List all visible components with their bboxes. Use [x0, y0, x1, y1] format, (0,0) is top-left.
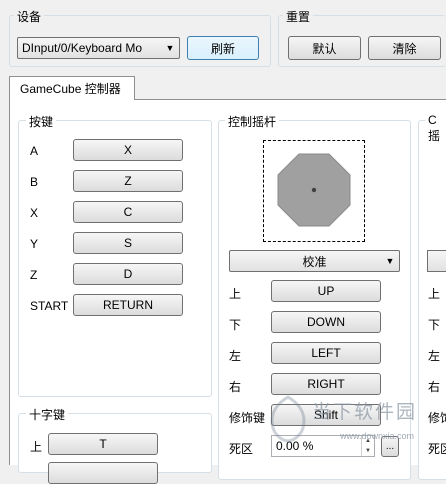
default-button[interactable]: 默认 [288, 36, 361, 60]
chevron-down-icon: ▼ [385, 256, 395, 266]
c-stick-modifier-label: 修饰 [428, 411, 446, 425]
stick-preview [263, 140, 365, 242]
button-start-label: START [30, 299, 69, 313]
button-x-binding[interactable]: C [73, 201, 183, 223]
spin-down-icon[interactable]: ▼ [362, 446, 374, 456]
chevron-down-icon: ▼ [165, 43, 175, 53]
dpad-down-binding[interactable] [48, 462, 158, 484]
tab-gamecube-controller[interactable]: GameCube 控制器 [9, 76, 135, 100]
clear-button[interactable]: 清除 [368, 36, 441, 60]
button-z-binding[interactable]: D [73, 263, 183, 285]
button-b-binding[interactable]: Z [73, 170, 183, 192]
c-stick-group-title: C 摇 [425, 113, 446, 144]
stick-left-label: 左 [229, 349, 242, 363]
c-stick-calibrate-edge[interactable] [427, 250, 446, 272]
button-a-binding[interactable]: X [73, 139, 183, 161]
control-stick-group-title: 控制摇杆 [225, 113, 280, 130]
stick-modifier-label: 修饰键 [229, 411, 266, 425]
stick-right-binding[interactable]: RIGHT [271, 373, 381, 395]
c-stick-up-label: 上 [428, 287, 441, 301]
stick-down-binding[interactable]: DOWN [271, 311, 381, 333]
c-stick-left-label: 左 [428, 349, 441, 363]
buttons-group-title: 按键 [26, 113, 57, 130]
watermark-text: 当下软件园 [312, 402, 418, 423]
device-select[interactable]: DInput/0/Keyboard Mo ▼ [17, 37, 180, 59]
button-b-label: B [30, 175, 39, 189]
button-x-label: X [30, 206, 39, 220]
calibrate-label: 校准 [302, 254, 327, 269]
button-y-label: Y [30, 237, 39, 251]
c-stick-deadzone-label: 死区 [428, 442, 446, 456]
stick-right-label: 右 [229, 380, 242, 394]
watermark-url: www.downxia.com [340, 431, 415, 441]
button-start-binding[interactable]: RETURN [73, 294, 183, 316]
dpad-up-label: 上 [30, 440, 43, 454]
stick-left-binding[interactable]: LEFT [271, 342, 381, 364]
dpad-group-title: 十字键 [26, 406, 69, 423]
stick-octagon-icon [277, 153, 351, 227]
button-z-label: Z [30, 268, 38, 282]
reset-group-title: 重置 [283, 8, 314, 25]
c-stick-right-label: 右 [428, 380, 441, 394]
dpad-up-binding[interactable]: T [48, 433, 158, 455]
calibrate-select[interactable]: 校准 ▼ [229, 250, 400, 272]
button-y-binding[interactable]: S [73, 232, 183, 254]
watermark-logo [268, 395, 308, 443]
button-a-label: A [30, 144, 39, 158]
refresh-button[interactable]: 刷新 [187, 36, 259, 60]
deadzone-label: 死区 [229, 442, 254, 456]
buttons-group [18, 120, 212, 397]
stick-up-binding[interactable]: UP [271, 280, 381, 302]
device-group-title: 设备 [14, 8, 45, 25]
c-stick-down-label: 下 [428, 318, 441, 332]
stick-down-label: 下 [229, 318, 242, 332]
watermark-shield-icon [270, 395, 306, 443]
device-select-value: DInput/0/Keyboard Mo [22, 41, 143, 55]
stick-up-label: 上 [229, 287, 242, 301]
tab-label: GameCube 控制器 [20, 82, 121, 96]
